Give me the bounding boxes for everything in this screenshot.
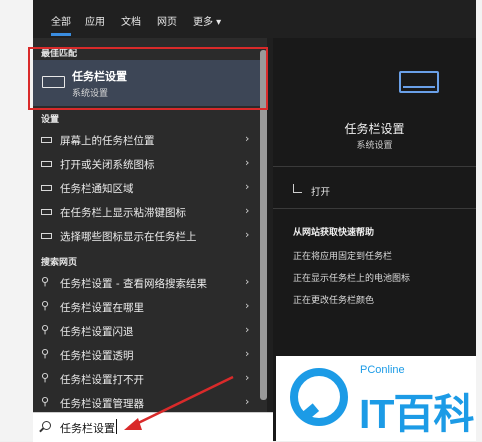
web-result-item[interactable]: ⚲ 任务栏设置打不开 › (33, 367, 265, 391)
taskbar-settings-icon (42, 76, 65, 88)
settings-item-label: 选择哪些图标显示在任务栏上 (60, 231, 197, 243)
detail-title: 任务栏设置 (344, 122, 405, 136)
chevron-right-icon: › (245, 180, 250, 193)
settings-item-label: 在任务栏上显示粘滞键图标 (60, 207, 186, 219)
search-icon: ⚲ (41, 395, 50, 408)
best-match-title: 任务栏设置 (72, 70, 127, 83)
chevron-right-icon: › (245, 228, 250, 241)
monitor-icon (41, 161, 52, 167)
web-result-item[interactable]: ⚲ 任务栏设置 - 查看网络搜索结果 › (33, 271, 265, 295)
best-match-subtitle: 系统设置 (72, 89, 109, 99)
settings-item-label: 任务栏通知区域 (60, 183, 134, 195)
watermark-logo: PConline IT百科 (276, 356, 476, 441)
results-list: 最佳匹配 任务栏设置 系统设置 设置 屏幕上的任务栏位置 › 打开或关闭系统图标… (33, 38, 265, 412)
settings-item[interactable]: 打开或关闭系统图标 › (33, 152, 265, 176)
search-icon: ⚲ (41, 347, 50, 360)
monitor-icon (41, 137, 52, 143)
chevron-right-icon: › (245, 371, 250, 384)
search-icon: ⚲ (41, 299, 50, 312)
help-link[interactable]: 正在显示任务栏上的电池图标 (293, 271, 410, 284)
web-result-label: 任务栏设置打不开 (60, 374, 144, 386)
web-result-label: 任务栏设置闪退 (60, 326, 134, 338)
web-result-label: 任务栏设置在哪里 (60, 302, 144, 314)
chevron-right-icon: › (245, 132, 250, 145)
chevron-right-icon: › (245, 323, 250, 336)
taskbar-settings-large-icon (399, 71, 439, 93)
watermark-brand: PConline (360, 364, 405, 376)
chevron-right-icon: › (245, 395, 250, 408)
chevron-right-icon: › (245, 156, 250, 169)
tab-web[interactable]: 网页 (157, 13, 177, 28)
web-result-label: 任务栏设置 - 查看网络搜索结果 (60, 278, 207, 290)
tab-more[interactable]: 更多 ▾ (193, 13, 221, 28)
settings-item[interactable]: 屏幕上的任务栏位置 › (33, 128, 265, 152)
results-scrollbar-thumb[interactable] (260, 50, 267, 400)
tab-apps[interactable]: 应用 (85, 13, 105, 28)
divider (273, 208, 476, 209)
desktop-background-right (476, 0, 482, 441)
web-result-item[interactable]: ⚲ 任务栏设置闪退 › (33, 319, 265, 343)
search-filter-tabs: 全部 应用 文档 网页 更多 ▾ (33, 0, 476, 38)
chevron-right-icon: › (245, 299, 250, 312)
web-result-label: 任务栏设置管理器 (60, 398, 144, 410)
help-header: 从网站获取快速帮助 (293, 228, 375, 238)
tab-documents[interactable]: 文档 (121, 13, 141, 28)
settings-item[interactable]: 在任务栏上显示粘滞键图标 › (33, 200, 265, 224)
help-link[interactable]: 正在更改任务栏颜色 (293, 293, 374, 306)
desktop-background (0, 0, 33, 441)
tab-all[interactable]: 全部 (51, 13, 71, 36)
web-result-item[interactable]: ⚲ 任务栏设置在哪里 › (33, 295, 265, 319)
web-result-label: 任务栏设置透明 (60, 350, 134, 362)
monitor-icon (41, 233, 52, 239)
open-action[interactable]: 打开 (311, 184, 330, 198)
help-link[interactable]: 正在将应用固定到任务栏 (293, 249, 392, 262)
settings-section-header: 设置 (41, 115, 60, 125)
settings-item[interactable]: 任务栏通知区域 › (33, 176, 265, 200)
chevron-right-icon: › (245, 204, 250, 217)
search-icon: ⚲ (41, 371, 50, 384)
settings-item-label: 屏幕上的任务栏位置 (60, 135, 155, 147)
search-icon (42, 421, 51, 430)
web-section-header: 搜索网页 (41, 258, 78, 268)
watermark-search-icon (290, 368, 348, 426)
keyboard-icon (41, 209, 52, 215)
detail-subtitle: 系统设置 (356, 141, 393, 151)
search-icon: ⚲ (41, 275, 50, 288)
open-icon (293, 184, 302, 193)
text-caret (116, 419, 117, 434)
watermark-text: IT百科 (359, 391, 474, 437)
settings-item[interactable]: 选择哪些图标显示在任务栏上 › (33, 224, 265, 248)
chevron-right-icon: › (245, 275, 250, 288)
best-match-header: 最佳匹配 (41, 49, 78, 59)
web-result-item[interactable]: ⚲ 任务栏设置透明 › (33, 343, 265, 367)
chevron-right-icon: › (245, 347, 250, 360)
search-box[interactable]: 任务栏设置 (33, 412, 273, 442)
divider (273, 166, 476, 167)
search-input[interactable]: 任务栏设置 (60, 420, 115, 436)
search-icon: ⚲ (41, 323, 50, 336)
monitor-icon (41, 185, 52, 191)
settings-item-label: 打开或关闭系统图标 (60, 159, 155, 171)
best-match-item[interactable]: 任务栏设置 系统设置 (33, 60, 265, 106)
